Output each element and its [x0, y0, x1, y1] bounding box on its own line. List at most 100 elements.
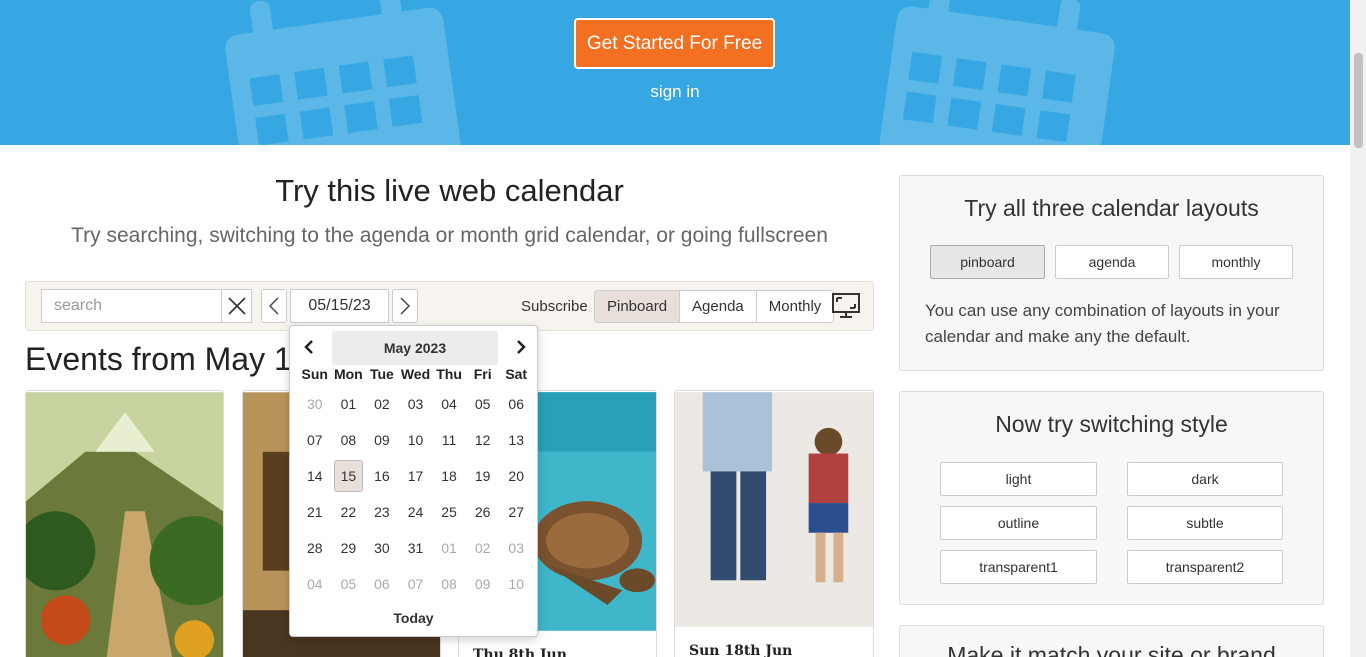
styles-panel: Now try switching style light dark outli…: [899, 391, 1324, 605]
close-icon: [227, 297, 246, 315]
day-cell[interactable]: 10: [399, 422, 433, 458]
day-cell[interactable]: 29: [332, 530, 366, 566]
day-cell[interactable]: 18: [432, 458, 466, 494]
sign-in-link[interactable]: sign in: [610, 82, 740, 102]
day-cell[interactable]: 09: [466, 566, 500, 602]
day-cell[interactable]: 04: [298, 566, 332, 602]
day-cell[interactable]: 27: [499, 494, 533, 530]
weekday-label: Fri: [473, 366, 492, 382]
day-cell[interactable]: 14: [298, 458, 332, 494]
event-image: [26, 392, 223, 657]
clear-search-button[interactable]: [221, 289, 252, 323]
layout-monthly-button[interactable]: monthly: [1179, 245, 1293, 279]
day-cell[interactable]: 07: [298, 422, 332, 458]
event-card[interactable]: Sun 18th Jun: [674, 390, 874, 657]
weekday-header: Sun Mon Tue Wed Thu Fri Sat: [298, 366, 533, 382]
day-cell[interactable]: 28: [298, 530, 332, 566]
events-heading: Events from May 1: [25, 341, 292, 377]
weekday-label: Mon: [333, 366, 363, 382]
view-monthly-button[interactable]: Monthly: [757, 291, 834, 322]
chevron-left-icon: [304, 340, 313, 354]
day-cell[interactable]: 05: [332, 566, 366, 602]
layouts-panel: Try all three calendar layouts pinboard …: [899, 175, 1324, 371]
weekday-label: Tue: [369, 366, 394, 382]
page-scrollbar[interactable]: [1350, 0, 1366, 657]
day-cell[interactable]: 03: [399, 386, 433, 422]
fullscreen-button[interactable]: [832, 293, 860, 324]
event-image: [675, 392, 873, 627]
day-cell[interactable]: 10: [499, 566, 533, 602]
event-card[interactable]: [25, 390, 224, 657]
day-cell[interactable]: 24: [399, 494, 433, 530]
view-agenda-button[interactable]: Agenda: [680, 291, 757, 322]
day-cell[interactable]: 20: [499, 458, 533, 494]
day-cell[interactable]: 01: [432, 530, 466, 566]
chevron-right-icon: [517, 340, 526, 354]
date-field[interactable]: 05/15/23: [290, 289, 389, 323]
view-switcher: Pinboard Agenda Monthly: [594, 290, 835, 323]
day-cell[interactable]: 25: [432, 494, 466, 530]
previous-month-button[interactable]: [304, 340, 314, 359]
layouts-title: Try all three calendar layouts: [964, 195, 1259, 221]
layout-pinboard-button[interactable]: pinboard: [930, 245, 1045, 279]
subscribe-link[interactable]: Subscribe: [521, 298, 588, 315]
day-cell[interactable]: 12: [466, 422, 500, 458]
day-cell[interactable]: 03: [499, 530, 533, 566]
day-cell[interactable]: 01: [332, 386, 366, 422]
style-dark-button[interactable]: dark: [1127, 462, 1283, 496]
chevron-right-icon: [400, 297, 410, 315]
today-button[interactable]: Today: [290, 610, 537, 626]
day-cell[interactable]: 11: [432, 422, 466, 458]
day-cell[interactable]: 21: [298, 494, 332, 530]
weekday-label: Sun: [301, 366, 328, 382]
day-cell[interactable]: 05: [466, 386, 500, 422]
day-cell[interactable]: 06: [365, 566, 399, 602]
styles-title: Now try switching style: [995, 411, 1228, 437]
style-transparent2-button[interactable]: transparent2: [1127, 550, 1283, 584]
day-cell[interactable]: 26: [466, 494, 500, 530]
style-light-button[interactable]: light: [940, 462, 1097, 496]
day-cell[interactable]: 31: [399, 530, 433, 566]
layout-agenda-button[interactable]: agenda: [1055, 245, 1169, 279]
style-outline-button[interactable]: outline: [940, 506, 1097, 540]
day-cell[interactable]: 19: [466, 458, 500, 494]
day-grid: 30 01 02 03 04 05 06 07 08 09 10 11 12 13 14 15 16 17 18 19…: [298, 386, 533, 602]
calendar-decoration-icon: [880, 0, 1115, 145]
day-cell[interactable]: 15: [333, 460, 364, 492]
day-cell[interactable]: 17: [399, 458, 433, 494]
search-input[interactable]: search: [41, 289, 222, 323]
month-label[interactable]: May 2023: [332, 331, 498, 365]
day-cell[interactable]: 13: [499, 422, 533, 458]
day-cell[interactable]: 08: [432, 566, 466, 602]
day-cell[interactable]: 02: [466, 530, 500, 566]
day-cell[interactable]: 30: [298, 386, 332, 422]
weekday-label: Wed: [400, 366, 431, 382]
page-subtitle: Try searching, switching to the agenda o…: [71, 224, 828, 247]
view-pinboard-button[interactable]: Pinboard: [595, 291, 681, 322]
day-cell[interactable]: 22: [332, 494, 366, 530]
previous-date-button[interactable]: [261, 289, 287, 323]
day-cell[interactable]: 09: [365, 422, 399, 458]
page-title: Try this live web calendar: [275, 173, 624, 208]
day-cell[interactable]: 07: [399, 566, 433, 602]
get-started-button[interactable]: Get Started For Free: [574, 18, 775, 69]
calendar-decoration-icon: [225, 0, 462, 145]
fullscreen-icon: [832, 293, 860, 318]
chevron-left-icon: [269, 297, 279, 315]
style-transparent1-button[interactable]: transparent1: [940, 550, 1097, 584]
hero-banner: Get Started For Free sign in: [0, 0, 1350, 145]
next-month-button[interactable]: [516, 340, 526, 359]
date-picker-popup: May 2023 Sun Mon Tue Wed Thu Fri Sat 30 0…: [289, 325, 538, 637]
day-cell[interactable]: 04: [432, 386, 466, 422]
day-cell[interactable]: 06: [499, 386, 533, 422]
day-cell[interactable]: 16: [365, 458, 399, 494]
day-cell[interactable]: 08: [332, 422, 366, 458]
style-subtle-button[interactable]: subtle: [1127, 506, 1283, 540]
day-cell[interactable]: 23: [365, 494, 399, 530]
day-cell[interactable]: 02: [365, 386, 399, 422]
brand-title: Make it match your site or brand: [947, 642, 1276, 657]
day-cell[interactable]: 30: [365, 530, 399, 566]
next-date-button[interactable]: [392, 289, 418, 323]
calendar-toolbar: search 05/15/23 Subscribe Pinboard Agend…: [25, 281, 874, 331]
scrollbar-thumb[interactable]: [1354, 53, 1363, 148]
